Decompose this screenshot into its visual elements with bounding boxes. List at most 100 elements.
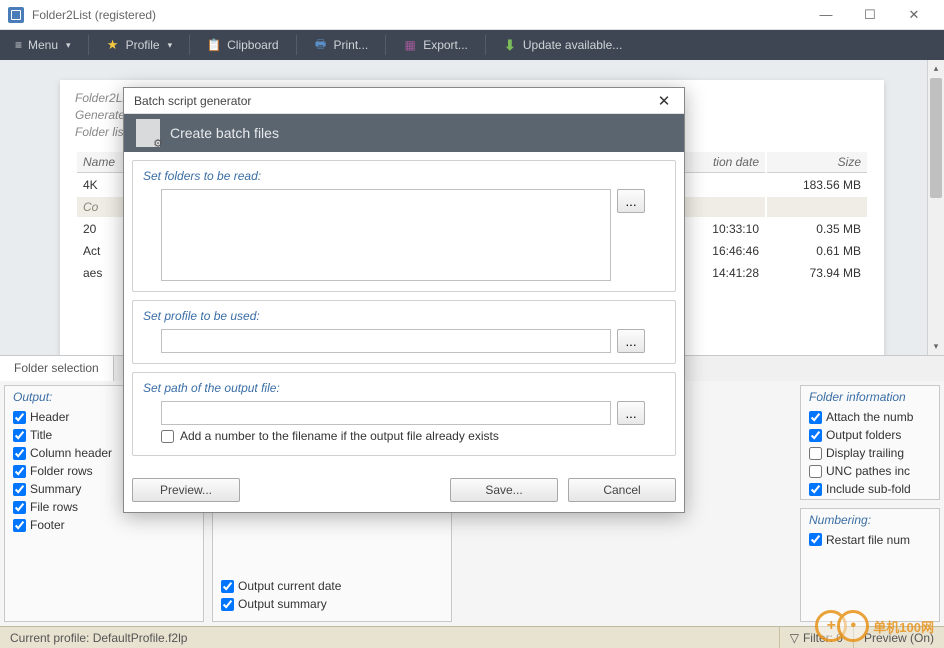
profile-group: Set profile to be used: ... [132, 300, 676, 364]
checkbox-label: Output summary [238, 597, 327, 611]
checkbox-label: Footer [30, 518, 65, 532]
checkbox[interactable] [809, 483, 822, 496]
checkbox-row[interactable]: Output current date [221, 577, 443, 595]
clipboard-label: Clipboard [227, 38, 278, 52]
window-controls: — ☐ ✕ [804, 1, 936, 29]
dialog-header-text: Create batch files [170, 125, 279, 141]
add-number-label: Add a number to the filename if the outp… [180, 429, 499, 443]
add-number-checkbox-row[interactable]: Add a number to the filename if the outp… [161, 429, 665, 443]
checkbox-row[interactable]: Footer [13, 516, 195, 534]
menu-icon: ≡ [15, 38, 22, 52]
group-title: Set profile to be used: [143, 309, 665, 323]
checkbox[interactable] [13, 429, 26, 442]
checkbox[interactable] [13, 519, 26, 532]
profile-input[interactable] [161, 329, 611, 353]
dialog-close-button[interactable]: ✕ [650, 90, 678, 112]
menu-label: Menu [28, 38, 58, 52]
print-label: Print... [334, 38, 369, 52]
checkbox[interactable] [809, 411, 822, 424]
folders-textarea[interactable] [161, 189, 611, 281]
download-icon: ⬇ [503, 38, 517, 52]
checkbox[interactable] [13, 501, 26, 514]
checkbox-label: Restart file num [826, 533, 910, 547]
checkbox-row[interactable]: Display trailing [809, 444, 931, 462]
dialog-titlebar[interactable]: Batch script generator ✕ [124, 88, 684, 114]
checkbox-label: Display trailing [826, 446, 904, 460]
tab-folder-selection[interactable]: Folder selection [0, 356, 114, 381]
checkbox-row[interactable]: Attach the numb [809, 408, 931, 426]
numbering-panel: Numbering: Restart file num [800, 508, 940, 623]
filter-icon: ▽ [790, 631, 799, 645]
checkbox[interactable] [809, 447, 822, 460]
checkbox-row[interactable]: Include sub-fold [809, 480, 931, 498]
checkbox[interactable] [809, 465, 822, 478]
preview-button[interactable]: Preview... [132, 478, 240, 502]
checkbox[interactable] [13, 447, 26, 460]
scroll-up-arrow[interactable]: ▴ [928, 60, 944, 77]
folders-group: Set folders to be read: ... [132, 160, 676, 292]
checkbox-label: Column header [30, 446, 112, 460]
clipboard-icon: 📋 [207, 38, 221, 52]
status-bar: Current profile: DefaultProfile.f2lp ▽ F… [0, 626, 944, 648]
checkbox-label: UNC pathes inc [826, 464, 910, 478]
status-profile: Current profile: DefaultProfile.f2lp [0, 627, 780, 648]
window-title: Folder2List (registered) [32, 8, 804, 22]
dialog-title: Batch script generator [134, 94, 650, 108]
dialog-body: Set folders to be read: ... Set profile … [124, 152, 684, 472]
export-label: Export... [423, 38, 468, 52]
chevron-down-icon: ▾ [168, 40, 173, 51]
panel-title: Folder information [809, 390, 931, 404]
toolbar-separator [296, 35, 297, 55]
checkbox-row[interactable]: UNC pathes inc [809, 462, 931, 480]
checkbox[interactable] [221, 598, 234, 611]
menu-button[interactable]: ≡ Menu ▾ [4, 33, 82, 57]
status-filter[interactable]: ▽ Filter: 0 [780, 627, 854, 648]
toolbar-separator [88, 35, 89, 55]
file-gear-icon [136, 119, 160, 147]
preview-scrollbar[interactable]: ▴ ▾ [927, 60, 944, 355]
checkbox-label: Include sub-fold [826, 482, 911, 496]
output-path-input[interactable] [161, 401, 611, 425]
add-number-checkbox[interactable] [161, 430, 174, 443]
scroll-down-arrow[interactable]: ▾ [928, 338, 944, 355]
print-icon: 🖶 [314, 38, 328, 52]
col-size: Size [767, 152, 867, 173]
export-button[interactable]: ▦ Export... [392, 33, 479, 57]
checkbox[interactable] [13, 411, 26, 424]
clipboard-button[interactable]: 📋 Clipboard [196, 33, 289, 57]
group-title: Set path of the output file: [143, 381, 665, 395]
close-button[interactable]: ✕ [892, 1, 936, 29]
checkbox[interactable] [809, 429, 822, 442]
checkbox[interactable] [809, 533, 822, 546]
print-button[interactable]: 🖶 Print... [303, 33, 380, 57]
checkbox-label: Output folders [826, 428, 901, 442]
browse-profile-button[interactable]: ... [617, 329, 645, 353]
profile-button[interactable]: ★ Profile ▾ [95, 33, 184, 57]
output-path-group: Set path of the output file: ... Add a n… [132, 372, 676, 456]
star-icon: ★ [106, 38, 120, 52]
checkbox[interactable] [221, 580, 234, 593]
checkbox[interactable] [13, 465, 26, 478]
checkbox-label: Output current date [238, 579, 341, 593]
main-toolbar: ≡ Menu ▾ ★ Profile ▾ 📋 Clipboard 🖶 Print… [0, 30, 944, 60]
update-button[interactable]: ⬇ Update available... [492, 33, 633, 57]
minimize-button[interactable]: — [804, 1, 848, 29]
save-button[interactable]: Save... [450, 478, 558, 502]
checkbox-label: Title [30, 428, 52, 442]
window-titlebar: Folder2List (registered) — ☐ ✕ [0, 0, 944, 30]
browse-output-button[interactable]: ... [617, 401, 645, 425]
toolbar-separator [485, 35, 486, 55]
browse-folders-button[interactable]: ... [617, 189, 645, 213]
checkbox-label: Summary [30, 482, 81, 496]
app-icon [8, 7, 24, 23]
export-icon: ▦ [403, 38, 417, 52]
status-preview[interactable]: Preview (On) [854, 627, 944, 648]
checkbox[interactable] [13, 483, 26, 496]
checkbox-row[interactable]: Restart file num [809, 531, 931, 549]
checkbox-row[interactable]: Output folders [809, 426, 931, 444]
maximize-button[interactable]: ☐ [848, 1, 892, 29]
profile-label: Profile [126, 38, 160, 52]
scroll-thumb[interactable] [930, 78, 942, 198]
checkbox-row[interactable]: Output summary [221, 595, 443, 613]
cancel-button[interactable]: Cancel [568, 478, 676, 502]
